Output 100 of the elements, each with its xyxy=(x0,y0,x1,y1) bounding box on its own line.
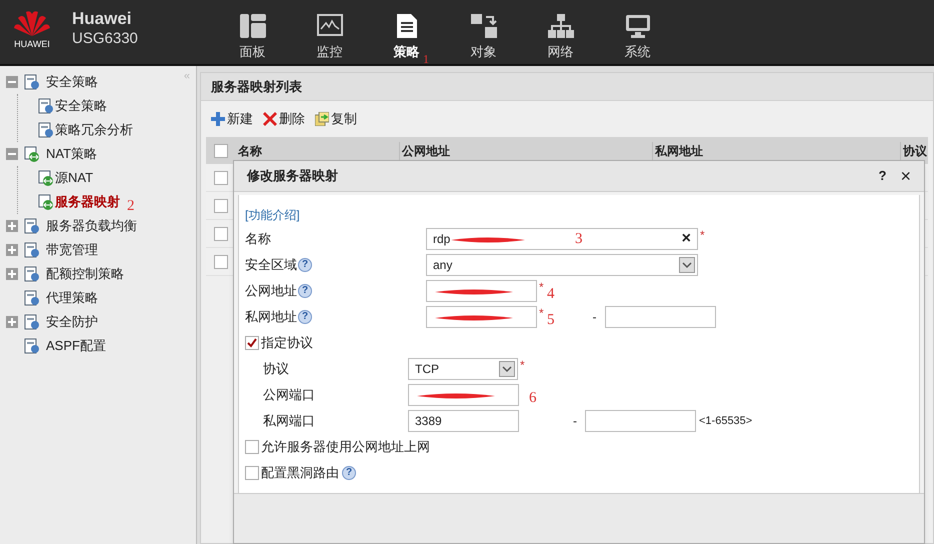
annotation-number: 1 xyxy=(423,53,429,65)
row-checkbox[interactable] xyxy=(214,198,228,212)
plus-icon xyxy=(211,112,225,126)
field-label: 私网地址 xyxy=(245,308,297,326)
tree-item[interactable]: NAT策略 xyxy=(46,144,98,164)
checkbox[interactable] xyxy=(245,466,259,480)
expand-icon[interactable] xyxy=(6,244,18,256)
toolbar-button[interactable]: 新建 xyxy=(211,109,253,129)
tree-item[interactable]: 安全策略 xyxy=(46,72,98,92)
tree-item[interactable]: ASPF配置 xyxy=(46,336,106,356)
clear-button[interactable]: × xyxy=(682,231,691,247)
input-field[interactable] xyxy=(426,280,537,302)
field-label: 私网端口 xyxy=(263,412,315,430)
tree-item[interactable]: 配额控制策略 xyxy=(46,264,124,284)
objects-icon xyxy=(470,14,496,38)
dashboard-icon xyxy=(240,14,266,38)
help-icon[interactable]: ? xyxy=(342,466,356,480)
help-icon[interactable]: ? xyxy=(298,310,312,324)
row-checkbox[interactable] xyxy=(214,170,228,184)
collapse-icon[interactable] xyxy=(6,148,18,160)
checkbox[interactable] xyxy=(245,440,259,454)
select-all-checkbox[interactable] xyxy=(214,144,228,158)
checkbox-label: 允许服务器使用公网地址上网 xyxy=(261,438,430,456)
page-icon xyxy=(24,242,40,258)
logo-text: HUAWEI xyxy=(14,40,50,49)
input-field[interactable] xyxy=(604,306,716,328)
copy-icon xyxy=(315,112,329,126)
field-label: 安全区域 xyxy=(245,256,297,274)
help-icon[interactable]: ? xyxy=(298,284,312,298)
nav-tab[interactable]: 面板 xyxy=(214,0,291,64)
required-mark: * xyxy=(700,228,705,242)
page-icon xyxy=(24,74,40,90)
tree-item[interactable]: 服务器映射 xyxy=(55,192,120,212)
page-icon xyxy=(24,314,40,330)
required-mark: * xyxy=(539,306,544,320)
page-icon xyxy=(24,266,40,282)
tree-item[interactable]: 策略冗余分析 xyxy=(55,120,133,140)
network-icon xyxy=(548,14,574,38)
tree-item[interactable]: 安全防护 xyxy=(46,312,98,332)
input-field[interactable] xyxy=(585,410,696,432)
annotation-number: 6 xyxy=(529,390,536,406)
field-label: 公网端口 xyxy=(263,386,315,404)
expand-icon[interactable] xyxy=(6,268,18,280)
checkbox-label: 配置黑洞路由 xyxy=(261,464,339,482)
dropdown[interactable]: TCP xyxy=(408,358,518,380)
nat-icon xyxy=(38,194,54,210)
nav-tab[interactable]: 对象 xyxy=(445,0,522,64)
range-separator: - xyxy=(592,309,596,326)
page-icon xyxy=(24,338,40,354)
tree-item[interactable]: 带宽管理 xyxy=(46,240,98,260)
dropdown[interactable]: any xyxy=(426,254,698,276)
nav-tab[interactable]: 系统 xyxy=(599,0,676,64)
help-icon[interactable]: ? xyxy=(298,258,312,272)
checkbox-label: 指定协议 xyxy=(261,334,313,352)
tree-item[interactable]: 安全策略 xyxy=(55,96,107,116)
toolbar-button[interactable]: 删除 xyxy=(263,109,305,129)
page-icon xyxy=(38,98,54,114)
tree-item[interactable]: 代理策略 xyxy=(46,288,98,308)
tree-item[interactable]: 服务器负载均衡 xyxy=(46,216,137,236)
field-label: 名称 xyxy=(245,230,271,248)
required-mark: * xyxy=(539,280,544,294)
monitor-chart-icon xyxy=(316,14,342,38)
nav-tab[interactable]: 网络 xyxy=(522,0,599,64)
field-label: 协议 xyxy=(263,360,289,378)
page-icon xyxy=(24,218,40,234)
panel-title: 服务器映射列表 xyxy=(211,78,302,96)
row-checkbox[interactable] xyxy=(214,226,228,240)
expand-icon[interactable] xyxy=(6,316,18,328)
computer-icon xyxy=(624,14,650,38)
annotation-number: 3 xyxy=(575,232,582,247)
checkbox[interactable] xyxy=(245,336,259,350)
collapse-icon[interactable] xyxy=(6,76,18,88)
brand-name: Huawei xyxy=(72,9,133,29)
input-field[interactable] xyxy=(426,306,537,328)
range-hint: <1-65535> xyxy=(699,414,752,429)
input-field[interactable] xyxy=(408,384,519,406)
tree-item[interactable]: 源NAT xyxy=(55,168,94,188)
dialog-title: 修改服务器映射 xyxy=(247,167,339,186)
close-button[interactable]: × xyxy=(900,167,911,185)
checkmark-icon xyxy=(246,337,258,349)
nav-tab[interactable]: 监控 xyxy=(291,0,368,64)
nat-icon xyxy=(24,146,40,162)
row-checkbox[interactable] xyxy=(214,254,228,268)
delete-icon xyxy=(263,112,277,126)
annotation-number: 4 xyxy=(547,286,554,302)
field-label: 公网地址 xyxy=(245,282,297,300)
annotation-number: 5 xyxy=(547,312,554,328)
input-field[interactable]: 3389 xyxy=(408,410,519,432)
required-mark: * xyxy=(520,358,525,372)
feature-intro-link[interactable]: [功能介绍] xyxy=(245,206,913,226)
document-icon xyxy=(396,14,418,38)
model-name: USG6330 xyxy=(72,29,139,49)
nat-icon xyxy=(38,170,54,186)
toolbar-button[interactable]: 复制 xyxy=(315,109,357,129)
page-icon xyxy=(24,290,40,306)
help-button[interactable]: ? xyxy=(878,166,886,186)
annotation-number: 2 xyxy=(127,198,134,214)
range-separator: - xyxy=(573,413,577,430)
expand-icon[interactable] xyxy=(6,220,18,232)
column-header: 名称 xyxy=(236,142,263,160)
